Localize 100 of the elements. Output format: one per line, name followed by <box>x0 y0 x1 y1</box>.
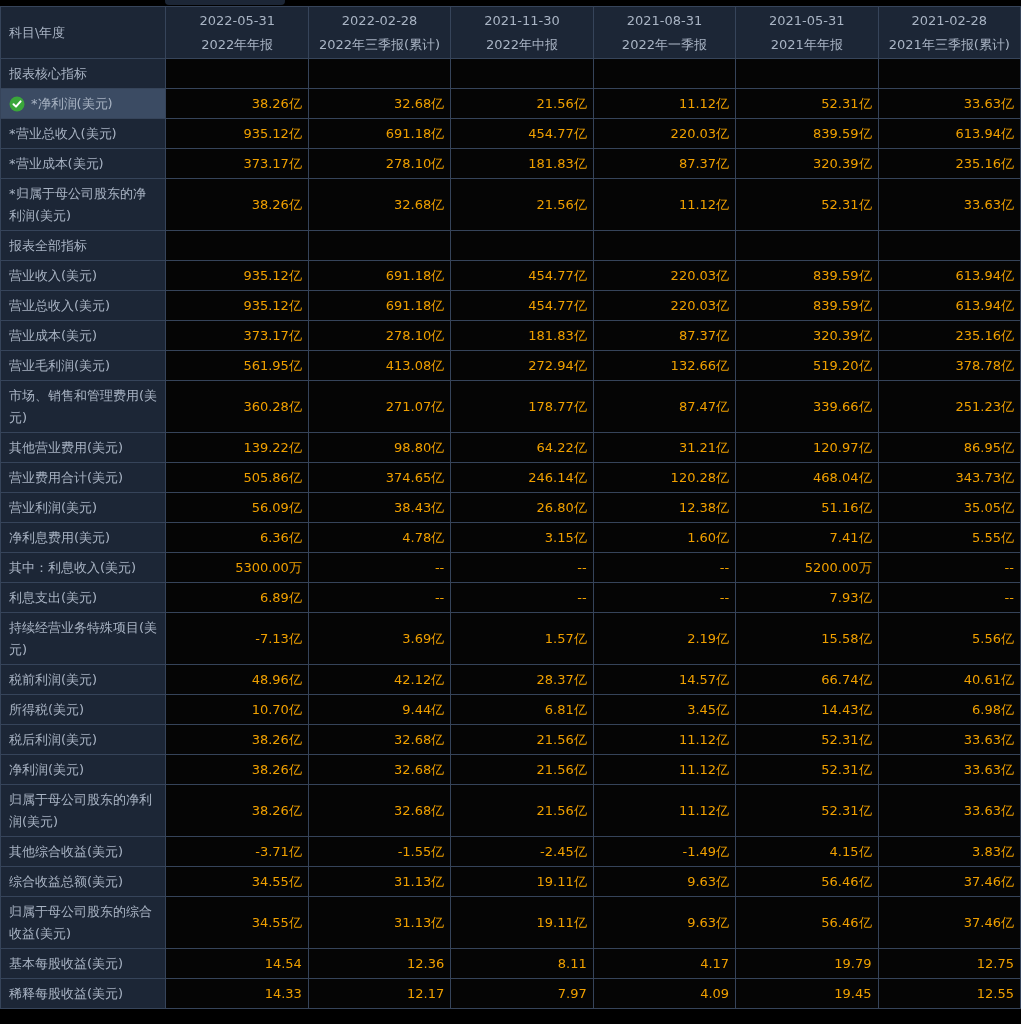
table-cell: 235.16亿 <box>878 148 1021 179</box>
row-label[interactable]: 营业利润(美元) <box>0 492 166 523</box>
row-label[interactable]: 营业毛利润(美元) <box>0 350 166 381</box>
table-cell: 413.08亿 <box>308 350 451 381</box>
table-cell: -- <box>450 552 594 583</box>
row-label[interactable]: *归属于母公司股东的净利润(美元) <box>0 178 166 231</box>
table-cell: 87.37亿 <box>593 148 736 179</box>
table-cell: 139.22亿 <box>166 432 309 463</box>
table-cell: 31.13亿 <box>308 896 451 949</box>
row-label[interactable]: 营业费用合计(美元) <box>0 462 166 493</box>
table-cell: 12.17 <box>308 978 451 1009</box>
table-cell: 28.37亿 <box>450 664 594 695</box>
row-label[interactable]: 营业收入(美元) <box>0 260 166 291</box>
table-cell: 32.68亿 <box>308 724 451 755</box>
row-label[interactable]: 税后利润(美元) <box>0 724 166 755</box>
table-cell: 56.46亿 <box>735 896 878 949</box>
row-label[interactable]: 归属于母公司股东的净利润(美元) <box>0 784 166 837</box>
table-cell: 64.22亿 <box>450 432 594 463</box>
row-label[interactable]: 持续经营业务特殊项目(美元) <box>0 612 166 665</box>
row-label[interactable]: 所得税(美元) <box>0 694 166 725</box>
table-cell: 51.16亿 <box>735 492 878 523</box>
table-cell: 9.44亿 <box>308 694 451 725</box>
row-label[interactable]: 综合收益总额(美元) <box>0 866 166 897</box>
table-cell: 3.83亿 <box>878 836 1021 867</box>
row-label[interactable]: 净利息费用(美元) <box>0 522 166 553</box>
table-cell: 691.18亿 <box>308 290 451 321</box>
table-cell: 120.97亿 <box>735 432 878 463</box>
table-cell: 5300.00万 <box>166 552 309 583</box>
table-cell: -3.71亿 <box>166 836 309 867</box>
table-cell: 66.74亿 <box>735 664 878 695</box>
table-cell: 320.39亿 <box>735 148 878 179</box>
table-cell: 454.77亿 <box>450 118 594 149</box>
table-cell: 691.18亿 <box>308 260 451 291</box>
table-cell: 56.46亿 <box>735 866 878 897</box>
table-cell: 11.12亿 <box>593 784 736 837</box>
column-header[interactable]: 2021-11-30 2022年中报 <box>450 6 594 59</box>
row-label[interactable]: *净利润(美元) <box>0 88 166 119</box>
table-cell: 86.95亿 <box>878 432 1021 463</box>
table-cell: 11.12亿 <box>593 88 736 119</box>
table-cell: 32.68亿 <box>308 784 451 837</box>
table-cell: 37.46亿 <box>878 866 1021 897</box>
table-cell: 19.11亿 <box>450 866 594 897</box>
table-cell: 33.63亿 <box>878 754 1021 785</box>
table-cell: 15.58亿 <box>735 612 878 665</box>
table-cell: 220.03亿 <box>593 260 736 291</box>
table-cell: 21.56亿 <box>450 724 594 755</box>
row-label[interactable]: 归属于母公司股东的综合收益(美元) <box>0 896 166 949</box>
row-label[interactable]: 其中：利息收入(美元) <box>0 552 166 583</box>
row-label[interactable]: 市场、销售和管理费用(美元) <box>0 380 166 433</box>
row-label[interactable]: 税前利润(美元) <box>0 664 166 695</box>
column-header[interactable]: 2021-05-31 2021年年报 <box>735 6 878 59</box>
column-header[interactable]: 2021-08-31 2022年一季报 <box>593 6 736 59</box>
row-label[interactable]: 稀释每股收益(美元) <box>0 978 166 1009</box>
table-cell: 31.21亿 <box>593 432 736 463</box>
row-label[interactable]: 净利润(美元) <box>0 754 166 785</box>
table-cell: 6.81亿 <box>450 694 594 725</box>
table-cell: 87.37亿 <box>593 320 736 351</box>
table-cell: 613.94亿 <box>878 290 1021 321</box>
row-label[interactable]: 其他营业费用(美元) <box>0 432 166 463</box>
column-header[interactable]: 2022-02-28 2022年三季报(累计) <box>308 6 451 59</box>
table-cell: 21.56亿 <box>450 754 594 785</box>
table-cell: 38.26亿 <box>166 784 309 837</box>
table-cell: 1.60亿 <box>593 522 736 553</box>
table-cell: 48.96亿 <box>166 664 309 695</box>
table-cell: 52.31亿 <box>735 724 878 755</box>
table-cell: 10.70亿 <box>166 694 309 725</box>
table-cell: 34.55亿 <box>166 896 309 949</box>
table-cell: 178.77亿 <box>450 380 594 433</box>
table-cell: 4.09 <box>593 978 736 1009</box>
row-label[interactable]: *营业总收入(美元) <box>0 118 166 149</box>
table-cell: 38.26亿 <box>166 724 309 755</box>
table-cell: 561.95亿 <box>166 350 309 381</box>
table-cell: 33.63亿 <box>878 784 1021 837</box>
table-cell: 34.55亿 <box>166 866 309 897</box>
table-cell: 839.59亿 <box>735 118 878 149</box>
table-cell: 373.17亿 <box>166 320 309 351</box>
column-header[interactable]: 2021-02-28 2021年三季报(累计) <box>878 6 1021 59</box>
table-cell: -- <box>878 552 1021 583</box>
table-cell: 56.09亿 <box>166 492 309 523</box>
table-cell: 6.98亿 <box>878 694 1021 725</box>
table-cell: 9.63亿 <box>593 896 736 949</box>
table-cell: 38.26亿 <box>166 88 309 119</box>
row-label[interactable]: 其他综合收益(美元) <box>0 836 166 867</box>
table-cell: 42.12亿 <box>308 664 451 695</box>
row-label[interactable]: *营业成本(美元) <box>0 148 166 179</box>
table-cell: 4.15亿 <box>735 836 878 867</box>
table-cell: -- <box>593 582 736 613</box>
row-label[interactable]: 营业成本(美元) <box>0 320 166 351</box>
row-label[interactable]: 营业总收入(美元) <box>0 290 166 321</box>
table-cell: 14.33 <box>166 978 309 1009</box>
row-label[interactable]: 基本每股收益(美元) <box>0 948 166 979</box>
table-cell: 343.73亿 <box>878 462 1021 493</box>
column-header[interactable]: 2022-05-31 2022年年报 <box>166 6 309 59</box>
table-cell: 8.11 <box>450 948 594 979</box>
row-label[interactable]: 利息支出(美元) <box>0 582 166 613</box>
table-cell: 12.55 <box>878 978 1021 1009</box>
table-cell: 21.56亿 <box>450 784 594 837</box>
table-cell: 271.07亿 <box>308 380 451 433</box>
table-cell: 33.63亿 <box>878 724 1021 755</box>
table-cell: 4.78亿 <box>308 522 451 553</box>
